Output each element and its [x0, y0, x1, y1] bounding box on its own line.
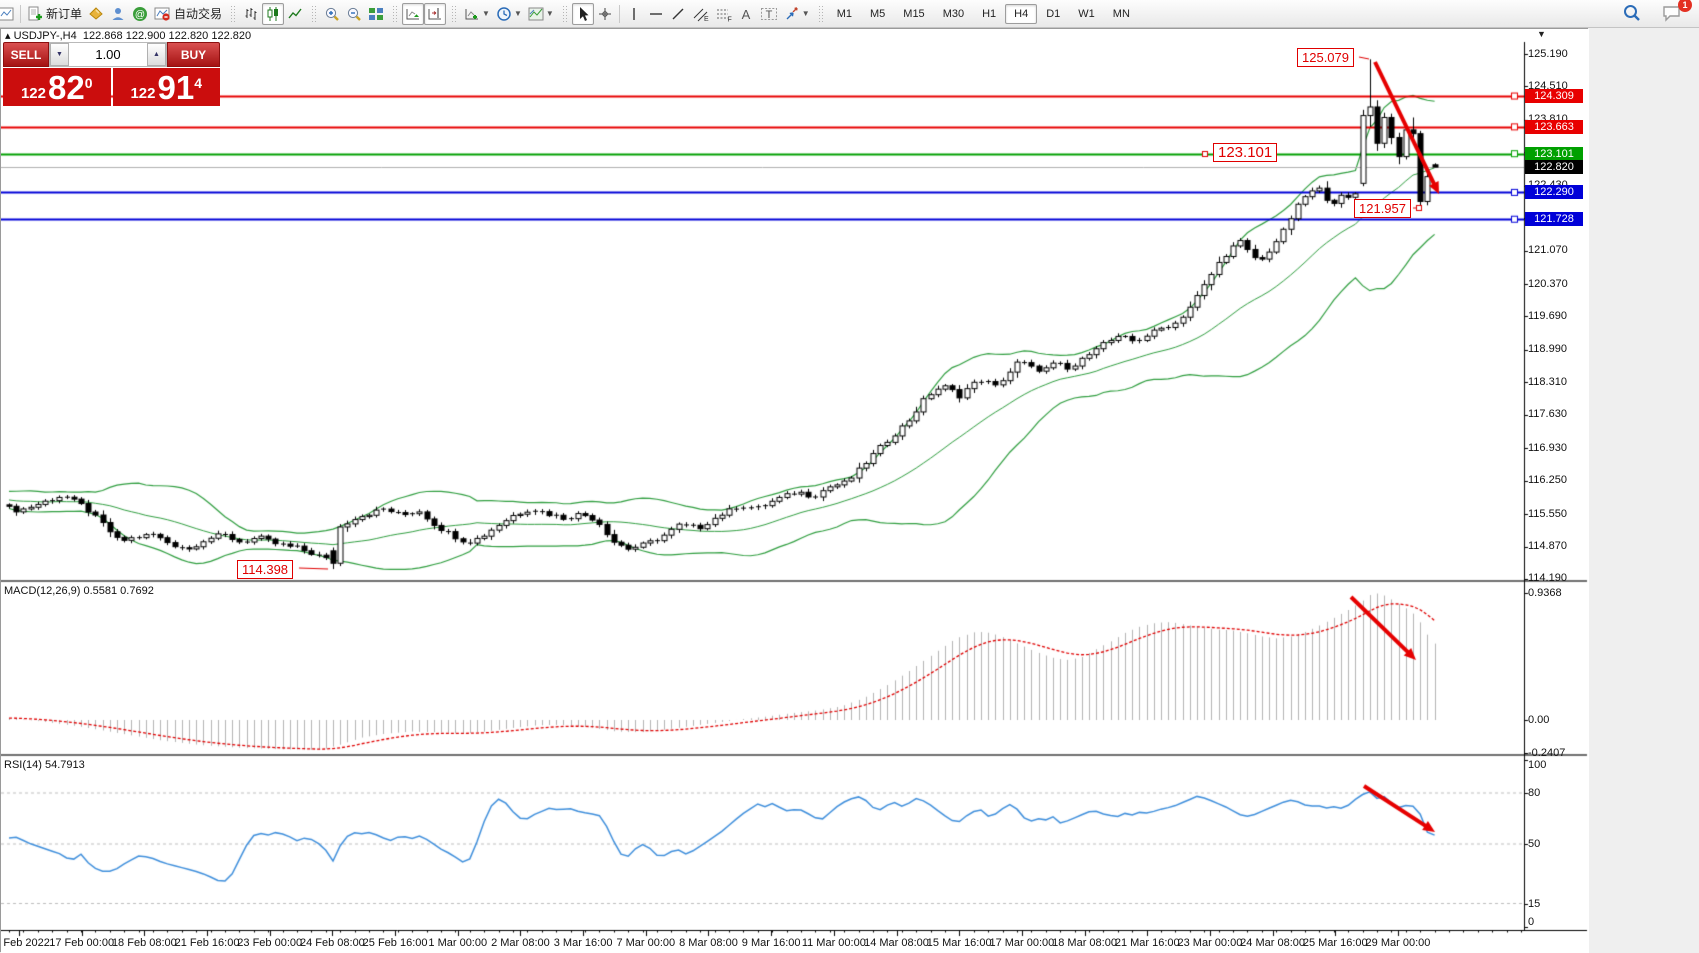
main-toolbar: 新订单 @ 自动交易: [0, 0, 1699, 28]
toolbar-group-trade: 新订单 @ 自动交易: [0, 2, 228, 26]
equidistant-channel-icon[interactable]: E: [689, 3, 712, 25]
timeframe-M5[interactable]: M5: [861, 4, 894, 24]
auto-scroll-icon[interactable]: [402, 3, 424, 25]
buy-price-big-figure: 122: [130, 85, 155, 102]
toolbar-right: 1: [1619, 2, 1685, 24]
chart-window-icon[interactable]: [0, 3, 17, 25]
toolbar-group-objects: ▼ ▼ ▼: [458, 2, 560, 26]
indicators-icon[interactable]: ▼: [461, 3, 493, 25]
buy-price-pips: 91: [158, 71, 195, 105]
periods-icon[interactable]: ▼: [493, 3, 525, 25]
annotation-box[interactable]: 121.957: [1354, 199, 1411, 218]
horizontal-line-icon[interactable]: [645, 3, 667, 25]
templates-icon[interactable]: ▼: [525, 3, 557, 25]
toolbar-group-chart-type: [237, 2, 309, 26]
timeframe-M1[interactable]: M1: [828, 4, 861, 24]
cursor-icon[interactable]: [572, 3, 594, 25]
new-order-label: 新订单: [46, 5, 82, 22]
trendline-icon[interactable]: [667, 3, 689, 25]
one-click-trade-panel: SELL ▼ ▲ BUY 122 82 0 122 91 4: [3, 42, 220, 106]
chart-shift-marker: ▼: [1537, 29, 1546, 39]
timeframe-W1[interactable]: W1: [1069, 4, 1104, 24]
vertical-line-icon[interactable]: [623, 3, 645, 25]
sell-price-pips: 82: [48, 71, 85, 105]
search-icon[interactable]: [1619, 2, 1645, 24]
annotation-box[interactable]: 125.079: [1297, 48, 1354, 67]
sell-button[interactable]: SELL: [3, 42, 49, 67]
timeframe-H4[interactable]: H4: [1005, 4, 1037, 24]
toolbar-group-drawing: E F A T ▼: [569, 2, 816, 26]
text-label-icon[interactable]: T: [757, 3, 781, 25]
notification-badge: 1: [1678, 0, 1692, 12]
svg-text:A: A: [741, 7, 750, 22]
annotation-box[interactable]: 123.101: [1213, 143, 1277, 162]
notifications-icon[interactable]: 1: [1659, 2, 1685, 24]
gold-icon[interactable]: [85, 3, 107, 25]
sell-price-big-figure: 122: [21, 85, 46, 102]
chart-shift-icon[interactable]: [424, 3, 446, 25]
timeframe-M15[interactable]: M15: [894, 4, 933, 24]
zoom-in-icon[interactable]: [321, 3, 343, 25]
volume-input[interactable]: [69, 43, 147, 66]
buy-price[interactable]: 122 91 4: [113, 68, 221, 106]
annotation-box[interactable]: 114.398: [237, 560, 293, 579]
toolbar-group-zoom: [318, 2, 390, 26]
zoom-out-icon[interactable]: [343, 3, 365, 25]
line-chart-icon[interactable]: [284, 3, 306, 25]
svg-text:F: F: [727, 16, 731, 22]
toolbar-group-scroll: [399, 2, 449, 26]
svg-text:@: @: [135, 9, 145, 20]
volume-decrease-button[interactable]: ▼: [50, 43, 69, 66]
fibonacci-icon[interactable]: F: [712, 3, 735, 25]
volume-increase-button[interactable]: ▲: [147, 43, 166, 66]
community-icon[interactable]: [107, 3, 129, 25]
autotrade-button[interactable]: 自动交易: [151, 3, 225, 25]
svg-text:E: E: [704, 16, 709, 22]
tile-windows-icon[interactable]: [365, 3, 387, 25]
candlestick-chart-icon[interactable]: [262, 3, 284, 25]
timeframe-M30[interactable]: M30: [934, 4, 973, 24]
text-icon[interactable]: A: [735, 3, 757, 25]
timeframe-H1[interactable]: H1: [973, 4, 1005, 24]
crosshair-icon[interactable]: [594, 3, 616, 25]
new-order-button[interactable]: 新订单: [24, 3, 85, 25]
price-chart-canvas[interactable]: [1, 29, 1589, 953]
sell-price-pipette: 0: [85, 75, 93, 91]
mql-market-icon[interactable]: @: [129, 3, 151, 25]
timeframe-D1[interactable]: D1: [1037, 4, 1069, 24]
volume-box: ▼ ▲: [49, 42, 167, 67]
arrow-objects-icon[interactable]: ▼: [781, 3, 813, 25]
autotrade-label: 自动交易: [174, 5, 222, 22]
toolbar-group-timeframes: M1M5M15M30H1H4D1W1MN: [825, 2, 1142, 26]
sell-price[interactable]: 122 82 0: [3, 68, 111, 106]
bar-chart-icon[interactable]: [240, 3, 262, 25]
chart-window: ▴ USDJPY-,H4 122.868 122.900 122.820 122…: [0, 28, 1588, 952]
buy-price-pipette: 4: [194, 75, 202, 91]
timeframe-MN[interactable]: MN: [1104, 4, 1139, 24]
buy-button[interactable]: BUY: [167, 42, 220, 67]
svg-text:T: T: [765, 9, 772, 21]
